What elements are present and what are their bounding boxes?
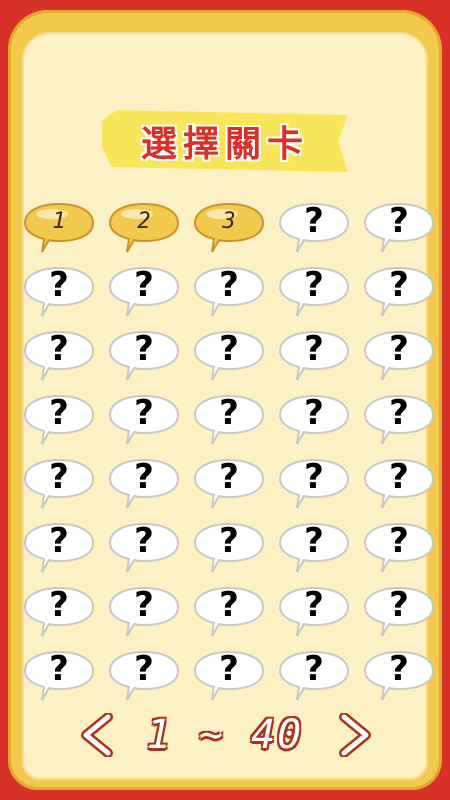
level-label: ?	[49, 649, 69, 689]
level-button-locked[interactable]: ?	[362, 454, 436, 514]
level-label: ?	[49, 265, 69, 305]
level-label: ?	[134, 393, 154, 433]
level-label: ?	[134, 329, 154, 369]
chevron-left-icon	[81, 713, 113, 757]
level-label: ?	[389, 457, 409, 497]
level-button-unlocked[interactable]: 2	[107, 198, 181, 258]
level-label: ?	[49, 457, 69, 497]
level-button-locked[interactable]: ?	[277, 326, 351, 386]
level-label: ?	[389, 329, 409, 369]
level-label: ?	[389, 521, 409, 561]
level-button-unlocked[interactable]: 3	[192, 198, 266, 258]
level-button-locked[interactable]: ?	[362, 518, 436, 578]
level-button-locked[interactable]: ?	[192, 454, 266, 514]
level-label: ?	[389, 649, 409, 689]
level-label: ?	[49, 585, 69, 625]
level-button-locked[interactable]: ?	[277, 582, 351, 642]
level-button-locked[interactable]: ?	[192, 262, 266, 322]
level-label: ?	[304, 521, 324, 561]
level-button-locked[interactable]: ?	[192, 582, 266, 642]
level-label: ?	[134, 521, 154, 561]
level-button-locked[interactable]: ?	[22, 646, 96, 706]
level-label: ?	[134, 649, 154, 689]
level-button-locked[interactable]: ?	[277, 390, 351, 450]
chevron-right-icon	[339, 713, 371, 757]
level-button-locked[interactable]: ?	[107, 262, 181, 322]
level-label: ?	[304, 265, 324, 305]
level-button-locked[interactable]: ?	[362, 198, 436, 258]
level-button-locked[interactable]: ?	[192, 326, 266, 386]
level-button-locked[interactable]: ?	[277, 518, 351, 578]
pager: 1 ~ 40	[0, 705, 450, 765]
level-label: ?	[134, 585, 154, 625]
level-label: ?	[304, 393, 324, 433]
level-label: ?	[219, 329, 239, 369]
level-label: ?	[134, 457, 154, 497]
level-button-locked[interactable]: ?	[107, 390, 181, 450]
level-label: ?	[219, 649, 239, 689]
level-label: ?	[389, 585, 409, 625]
level-label: ?	[304, 329, 324, 369]
level-button-locked[interactable]: ?	[22, 326, 96, 386]
level-label: ?	[219, 457, 239, 497]
level-button-locked[interactable]: ?	[22, 262, 96, 322]
level-label: ?	[389, 265, 409, 305]
level-button-locked[interactable]: ?	[107, 326, 181, 386]
level-label: ?	[389, 393, 409, 433]
level-label: ?	[49, 393, 69, 433]
level-button-locked[interactable]: ?	[192, 390, 266, 450]
level-label: ?	[304, 585, 324, 625]
level-label: ?	[219, 265, 239, 305]
level-button-locked[interactable]: ?	[277, 198, 351, 258]
level-button-locked[interactable]: ?	[22, 390, 96, 450]
level-button-locked[interactable]: ?	[107, 582, 181, 642]
level-label: 1	[52, 208, 66, 234]
level-button-locked[interactable]: ?	[362, 326, 436, 386]
level-label: ?	[219, 521, 239, 561]
next-page-button[interactable]	[330, 705, 380, 765]
level-label: ?	[304, 649, 324, 689]
level-label: 3	[222, 208, 236, 234]
level-button-locked[interactable]: ?	[107, 518, 181, 578]
level-label: ?	[304, 201, 324, 241]
level-button-locked[interactable]: ?	[362, 262, 436, 322]
level-label: ?	[134, 265, 154, 305]
level-label: ?	[219, 585, 239, 625]
level-label: 2	[137, 208, 151, 234]
level-grid: 1 2 3?????????????????????????????????????	[0, 0, 450, 800]
level-label: ?	[219, 393, 239, 433]
level-button-locked[interactable]: ?	[107, 646, 181, 706]
level-button-locked[interactable]: ?	[22, 582, 96, 642]
level-button-locked[interactable]: ?	[362, 646, 436, 706]
level-label: ?	[389, 201, 409, 241]
level-button-locked[interactable]: ?	[277, 262, 351, 322]
level-button-locked[interactable]: ?	[362, 582, 436, 642]
level-label: ?	[49, 329, 69, 369]
level-label: ?	[304, 457, 324, 497]
level-button-locked[interactable]: ?	[192, 646, 266, 706]
level-button-locked[interactable]: ?	[22, 518, 96, 578]
level-button-unlocked[interactable]: 1	[22, 198, 96, 258]
level-button-locked[interactable]: ?	[22, 454, 96, 514]
level-button-locked[interactable]: ?	[107, 454, 181, 514]
page-range: 1 ~ 40	[146, 712, 304, 758]
level-button-locked[interactable]: ?	[277, 454, 351, 514]
level-label: ?	[49, 521, 69, 561]
level-button-locked[interactable]: ?	[362, 390, 436, 450]
level-button-locked[interactable]: ?	[277, 646, 351, 706]
level-button-locked[interactable]: ?	[192, 518, 266, 578]
